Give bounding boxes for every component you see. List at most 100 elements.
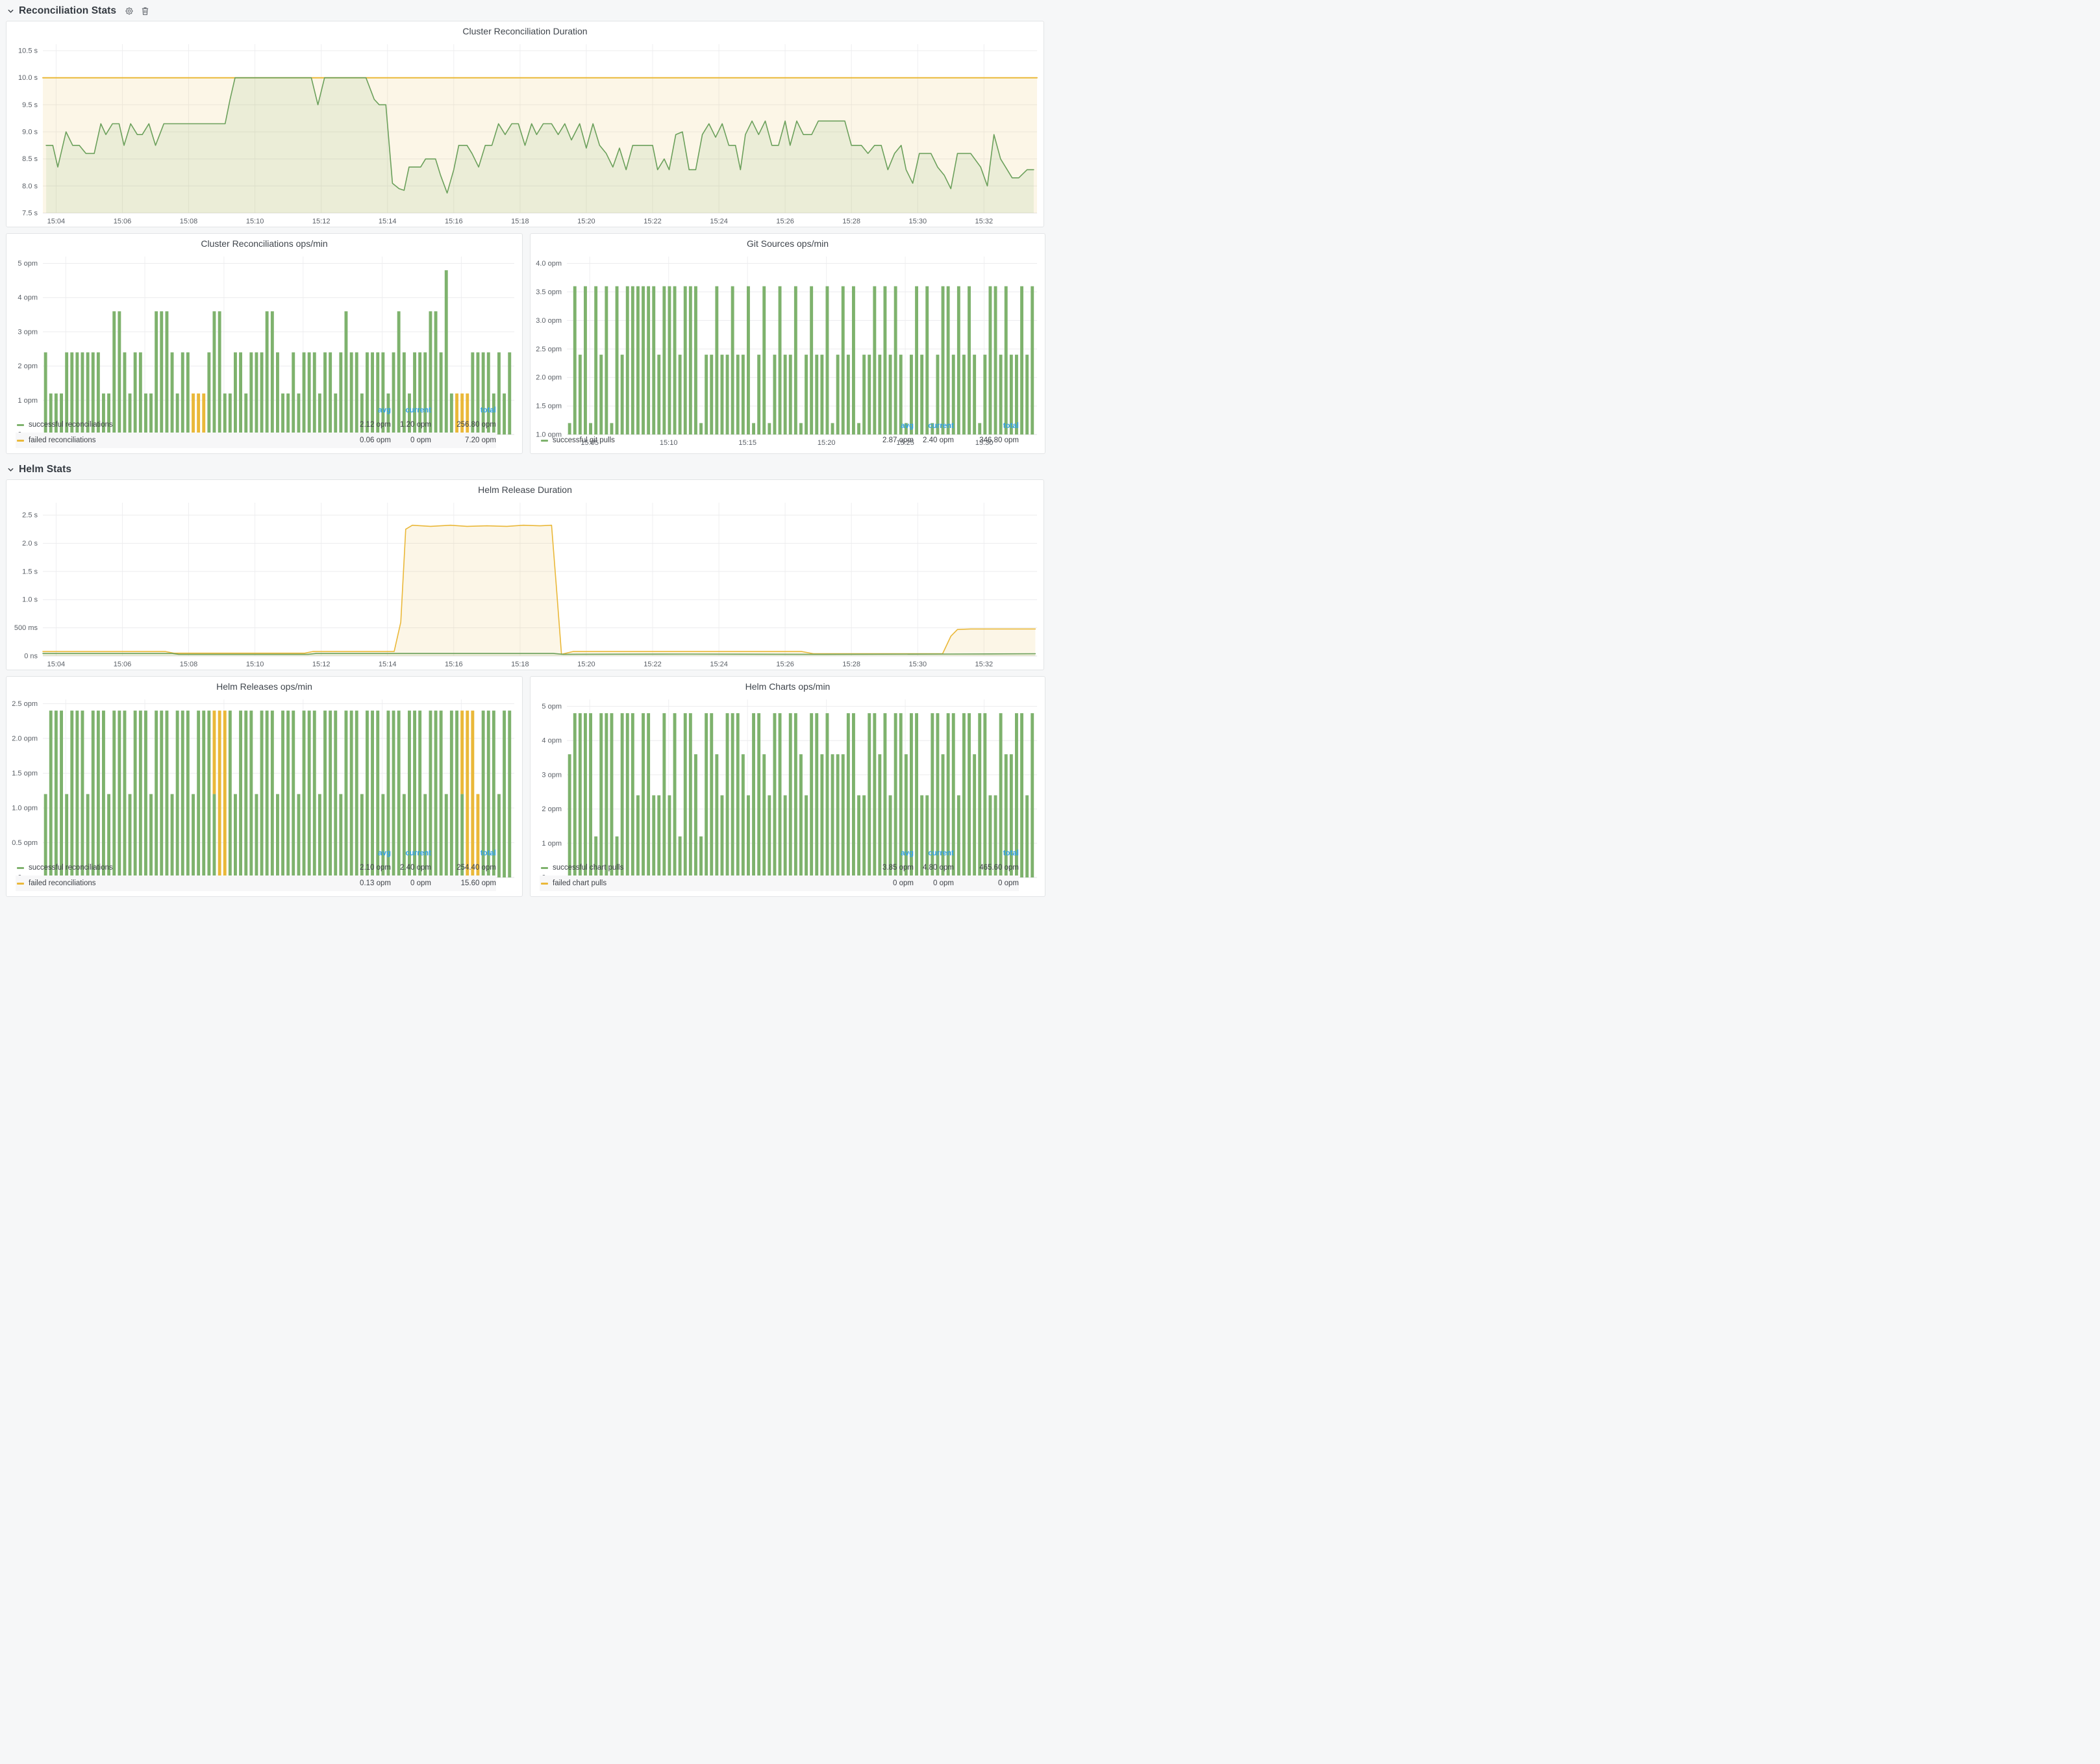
svg-text:4.0 opm: 4.0 opm — [536, 260, 562, 268]
helm-charts-ops-chart[interactable]: 15:0515:1015:1515:2015:2515:300 opm1 opm… — [531, 692, 1045, 847]
legend-header: avgcurrenttotal — [16, 847, 496, 860]
legend-row: failed chart pulls0 opm0 opm0 opm — [540, 876, 1019, 891]
gear-icon[interactable] — [125, 6, 134, 16]
panel-title[interactable]: Cluster Reconciliations ops/min — [6, 234, 522, 249]
trash-icon[interactable] — [141, 6, 149, 16]
git-sources-ops-chart[interactable]: 15:0515:1015:1515:2015:2515:301.0 opm1.5… — [531, 249, 1045, 420]
legend-value: 0 opm — [873, 879, 914, 887]
svg-text:1 opm: 1 opm — [18, 397, 38, 405]
svg-text:10.5 s: 10.5 s — [18, 47, 38, 55]
legend-value: 3.85 opm — [873, 864, 914, 872]
cluster-reconciliation-duration-chart[interactable]: 15:0415:0615:0815:1015:1215:1415:1615:18… — [6, 37, 1044, 227]
legend-value: 346.80 opm — [954, 436, 1019, 444]
legend-series-label[interactable]: successful chart pulls — [540, 864, 873, 872]
legend-col-current[interactable]: current — [914, 422, 954, 430]
section-title[interactable]: Reconciliation Stats — [19, 5, 116, 17]
legend-header: avgcurrenttotal — [16, 404, 496, 417]
svg-text:1 opm: 1 opm — [542, 840, 562, 848]
helm-releases-ops-chart[interactable]: 15:0515:1015:1515:2015:2515:300 opm0.5 o… — [6, 692, 522, 847]
legend-col-avg[interactable]: avg — [351, 407, 391, 414]
svg-text:1.5 s: 1.5 s — [22, 568, 38, 575]
svg-text:1.0 s: 1.0 s — [22, 596, 38, 604]
legend-value: 2.40 opm — [914, 436, 954, 444]
legend-col-current[interactable]: current — [391, 407, 431, 414]
svg-text:15:08: 15:08 — [180, 218, 198, 225]
dashboard: Reconciliation Stats Cluster Reconciliat… — [0, 0, 1050, 904]
legend-value: 465.60 opm — [954, 864, 1019, 872]
legend-series-label[interactable]: successful git pulls — [540, 436, 873, 444]
section-title[interactable]: Helm Stats — [19, 464, 71, 475]
svg-text:15:12: 15:12 — [312, 661, 331, 668]
svg-text:15:04: 15:04 — [47, 661, 66, 668]
panel-git-sources-ops: Git Sources ops/min 15:0515:1015:1515:20… — [530, 233, 1045, 454]
legend-col-total[interactable]: total — [431, 850, 496, 857]
svg-text:15:32: 15:32 — [975, 218, 994, 225]
chevron-down-icon[interactable] — [7, 8, 14, 15]
legend-row: successful reconciliations2.10 opm2.40 o… — [16, 860, 496, 876]
svg-text:15:06: 15:06 — [114, 218, 132, 225]
chevron-down-icon[interactable] — [7, 466, 14, 473]
svg-text:3 opm: 3 opm — [18, 328, 38, 336]
legend-series-label[interactable]: failed chart pulls — [540, 879, 873, 887]
legend-series-label[interactable]: failed reconciliations — [16, 436, 351, 444]
legend-col-avg[interactable]: avg — [351, 850, 391, 857]
legend-series-label[interactable]: failed reconciliations — [16, 879, 351, 887]
legend-col-avg[interactable]: avg — [873, 422, 914, 430]
legend-value: 2.10 opm — [351, 864, 391, 872]
svg-text:15:10: 15:10 — [246, 218, 264, 225]
panel-title[interactable]: Cluster Reconciliation Duration — [6, 21, 1044, 37]
svg-text:15:12: 15:12 — [312, 218, 331, 225]
cluster-reconciliations-ops-chart[interactable]: 15:0515:1015:1515:2015:2515:300 opm1 opm… — [6, 249, 522, 404]
svg-text:15:10: 15:10 — [246, 661, 264, 668]
svg-text:3 opm: 3 opm — [542, 771, 562, 779]
svg-text:8.0 s: 8.0 s — [22, 183, 38, 190]
helm-release-duration-chart[interactable]: 15:0415:0615:0815:1015:1215:1415:1615:18… — [6, 496, 1044, 670]
legend-value: 7.20 opm — [431, 436, 496, 444]
legend-col-current[interactable]: current — [914, 850, 954, 857]
svg-text:15:30: 15:30 — [909, 218, 927, 225]
helm-release-duration-svg[interactable]: 15:0415:0615:0815:1015:1215:1415:1615:18… — [8, 497, 1044, 670]
legend-value: 0 opm — [391, 879, 431, 887]
legend-col-avg[interactable]: avg — [873, 850, 914, 857]
panel-title[interactable]: Helm Charts ops/min — [531, 677, 1045, 692]
panel-title[interactable]: Helm Release Duration — [6, 480, 1044, 496]
svg-text:15:14: 15:14 — [379, 661, 397, 668]
svg-text:2 opm: 2 opm — [542, 805, 562, 813]
legend-row: failed reconciliations0.13 opm0 opm15.60… — [16, 876, 496, 891]
cluster-reconciliation-duration-svg[interactable]: 15:0415:0615:0815:1015:1215:1415:1615:18… — [8, 38, 1044, 227]
legend: avgcurrenttotal successful chart pulls3.8… — [531, 847, 1045, 896]
series-color-dash — [17, 424, 24, 426]
svg-text:15:08: 15:08 — [180, 661, 198, 668]
series-color-dash — [17, 867, 24, 869]
legend-row: successful chart pulls3.85 opm4.80 opm46… — [540, 860, 1019, 876]
series-color-dash — [541, 440, 548, 442]
panel-title[interactable]: Helm Releases ops/min — [6, 677, 522, 692]
svg-text:3.5 opm: 3.5 opm — [536, 288, 562, 296]
legend-col-current[interactable]: current — [391, 850, 431, 857]
legend: avgcurrenttotalsuccessful reconciliation… — [6, 847, 522, 896]
svg-text:15:24: 15:24 — [710, 661, 728, 668]
legend-col-total[interactable]: total — [954, 422, 1019, 430]
svg-text:1.5 opm: 1.5 opm — [12, 770, 38, 777]
legend-value: 0.06 opm — [351, 436, 391, 444]
legend-series-label[interactable]: successful reconciliations — [16, 864, 351, 872]
legend-col-total[interactable]: total — [431, 407, 496, 414]
series-color-dash — [17, 883, 24, 885]
svg-text:15:18: 15:18 — [511, 661, 529, 668]
svg-text:7.5 s: 7.5 s — [22, 210, 38, 218]
legend-value: 15.60 opm — [431, 879, 496, 887]
svg-text:15:26: 15:26 — [776, 661, 794, 668]
panel-title[interactable]: Git Sources ops/min — [531, 234, 1045, 249]
legend: avgcurrenttotalsuccessful reconciliation… — [6, 404, 522, 453]
svg-text:15:06: 15:06 — [114, 661, 132, 668]
legend-row: failed reconciliations0.06 opm0 opm7.20 … — [16, 433, 496, 448]
legend-row: successful reconciliations2.12 opm1.20 o… — [16, 417, 496, 433]
legend-col-total[interactable]: total — [954, 850, 1019, 857]
legend-series-label[interactable]: successful reconciliations — [16, 421, 351, 429]
legend-value: 4.80 opm — [914, 864, 954, 872]
git-sources-ops-min-svg[interactable]: 15:0515:1015:1515:2015:2515:301.0 opm1.5… — [532, 251, 1044, 448]
svg-text:2 opm: 2 opm — [18, 362, 38, 370]
svg-text:5 opm: 5 opm — [18, 260, 38, 268]
svg-text:3.0 opm: 3.0 opm — [536, 317, 562, 325]
legend-value: 2.40 opm — [391, 864, 431, 872]
